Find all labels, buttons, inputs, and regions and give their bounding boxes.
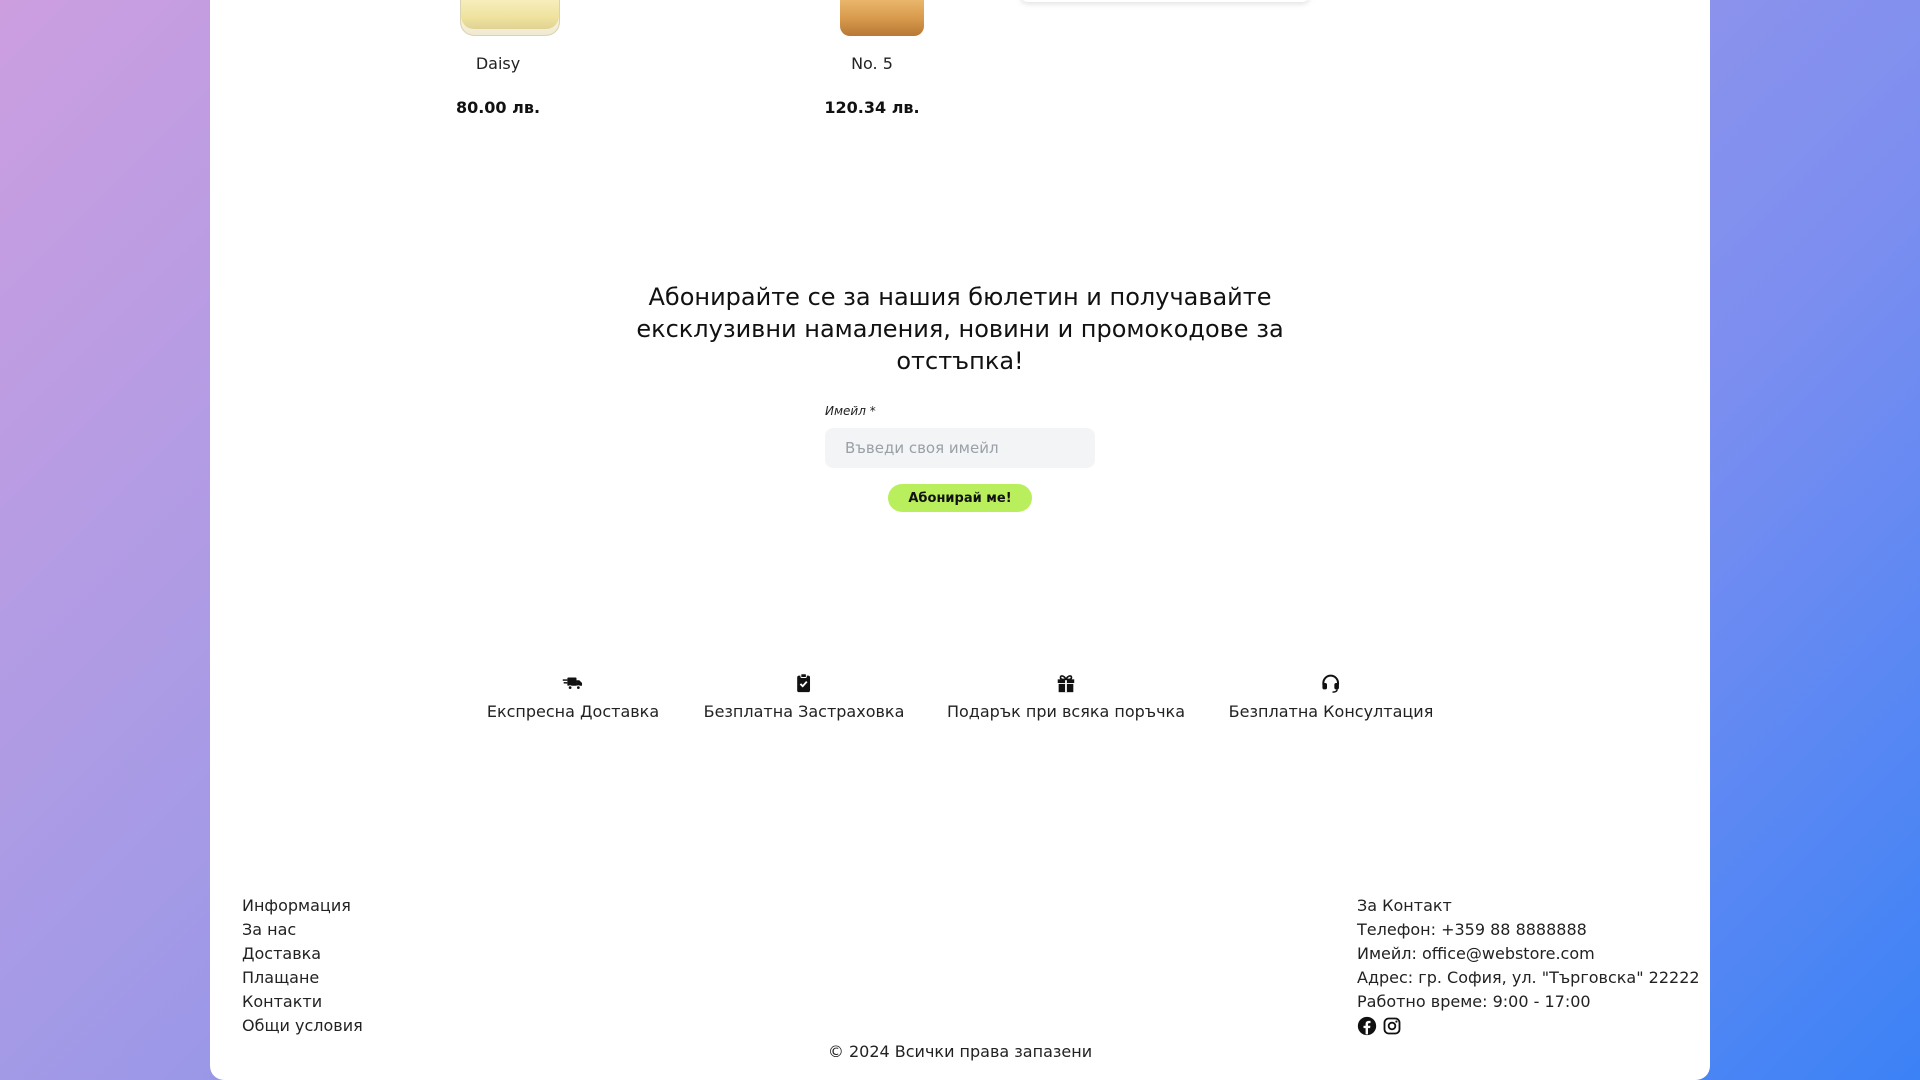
footer-link-terms[interactable]: Общи условия: [242, 1014, 363, 1038]
feature-label: Безплатна Застраховка: [703, 702, 905, 721]
headset-icon: [1322, 674, 1340, 693]
footer-hours: Работно време: 9:00 - 17:00: [1357, 992, 1591, 1011]
footer-contact-heading: За Контакт: [1357, 896, 1452, 915]
product-image[interactable]: [460, 0, 560, 36]
gift-icon: [1057, 675, 1075, 693]
instagram-icon[interactable]: [1382, 1016, 1402, 1036]
footer-info: Информация За нас Доставка Плащане Конта…: [242, 894, 363, 1038]
card-shadow-edge: [1020, 0, 1310, 2]
product-name[interactable]: No. 5: [762, 54, 982, 73]
feature-label: Подарък при всяка поръчка: [946, 702, 1186, 721]
footer-link-about[interactable]: За нас: [242, 918, 363, 942]
feature-label: Експресна Доставка: [486, 702, 660, 721]
footer-contact: За Контакт Телефон: +359 88 8888888 Имей…: [1357, 894, 1700, 1043]
feature-gift: Подарък при всяка поръчка: [947, 672, 1185, 721]
page-panel: Daisy 80.00 лв. No. 5 120.34 лв. Абонира…: [210, 0, 1710, 1080]
footer-link-payment[interactable]: Плащане: [242, 966, 363, 990]
product-price: 120.34 лв.: [824, 98, 920, 117]
footer-info-heading: Информация: [242, 896, 351, 915]
product-name[interactable]: Daisy: [388, 54, 608, 73]
footer-link-contacts[interactable]: Контакти: [242, 990, 363, 1014]
footer-link-delivery[interactable]: Доставка: [242, 942, 363, 966]
newsletter-title: Абонирайте се за нашия бюлетин и получав…: [636, 283, 1284, 375]
facebook-icon[interactable]: [1357, 1016, 1377, 1036]
footer-email: Имейл: office@webstore.com: [1357, 944, 1595, 963]
social-links: [1357, 1016, 1700, 1043]
truck-fast-icon: [562, 677, 583, 690]
copyright: © 2024 Всички права запазени: [827, 1042, 1093, 1061]
feature-free-insurance: Безплатна Застраховка: [703, 672, 905, 721]
feature-express-delivery: Експресна Доставка: [487, 672, 659, 721]
clipboard-check-icon: [797, 673, 811, 693]
footer-address: Адрес: гр. София, ул. "Търговска" 22222: [1357, 968, 1700, 987]
footer-phone: Телефон: +359 88 8888888: [1357, 920, 1587, 939]
email-label: Имейл *: [825, 404, 876, 418]
subscribe-button[interactable]: Абонирай ме!: [888, 484, 1032, 512]
feature-free-consultation: Безплатна Консултация: [1228, 672, 1434, 721]
email-field[interactable]: [825, 428, 1095, 468]
product-image[interactable]: [840, 0, 924, 36]
feature-label: Безплатна Консултация: [1228, 702, 1434, 721]
product-price: 80.00 лв.: [455, 98, 541, 117]
